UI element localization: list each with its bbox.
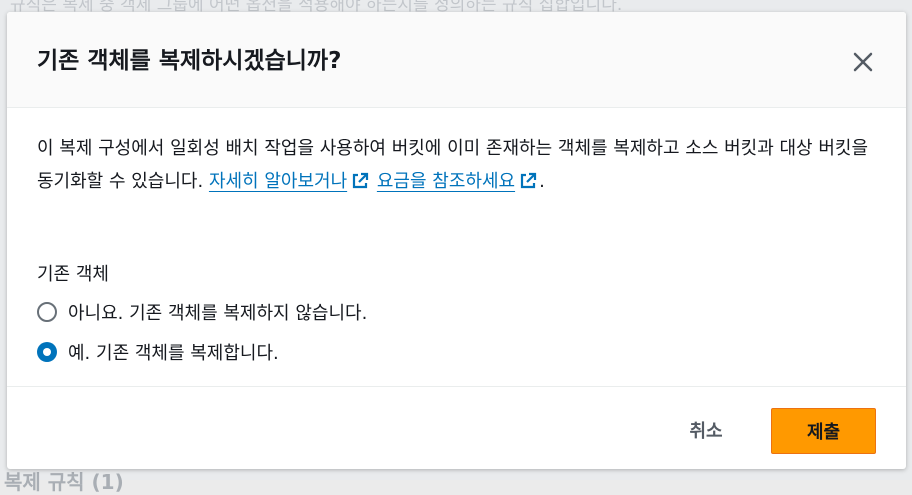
close-button[interactable] [847, 46, 879, 78]
description-end: . [539, 171, 545, 192]
close-icon [853, 52, 873, 72]
modal-description: 이 복제 구성에서 일회성 배치 작업을 사용하여 버킷에 이미 존재하는 객체… [37, 132, 877, 198]
radio-selected-icon[interactable] [37, 342, 57, 362]
modal-footer: 취소 제출 [7, 386, 906, 469]
pricing-link-label: 요금을 참조하세요 [376, 171, 516, 192]
modal-header: 기존 객체를 복제하시겠습니까? [7, 12, 906, 108]
radio-option-yes-label: 예. 기존 객체를 복제합니다. [68, 343, 279, 364]
radio-option-no[interactable]: 아니요. 기존 객체를 복제하지 않습니다. [37, 299, 367, 325]
radio-unselected-icon[interactable] [37, 302, 57, 322]
radio-option-yes[interactable]: 예. 기존 객체를 복제합니다. [37, 339, 279, 365]
external-link-icon [520, 172, 537, 189]
modal-title: 기존 객체를 복제하시겠습니까? [37, 48, 342, 74]
pricing-link[interactable]: 요금을 참조하세요 [377, 171, 539, 192]
external-link-icon [353, 172, 369, 189]
background-section-heading: 복제 규칙 (1) [4, 470, 124, 494]
replicate-existing-objects-modal: 기존 객체를 복제하시겠습니까? 이 복제 구성에서 일회성 배치 작업을 사용… [7, 12, 906, 469]
modal-body: 이 복제 구성에서 일회성 배치 작업을 사용하여 버킷에 이미 존재하는 객체… [37, 132, 877, 364]
radio-option-no-label: 아니요. 기존 객체를 복제하지 않습니다. [68, 303, 368, 324]
learn-more-link-label: 자세히 알아보거나 [208, 171, 348, 192]
learn-more-link[interactable]: 자세히 알아보거나 [209, 171, 371, 192]
cancel-button[interactable]: 취소 [661, 407, 751, 453]
existing-objects-label: 기존 객체 [37, 264, 109, 285]
submit-button[interactable]: 제출 [771, 408, 876, 454]
